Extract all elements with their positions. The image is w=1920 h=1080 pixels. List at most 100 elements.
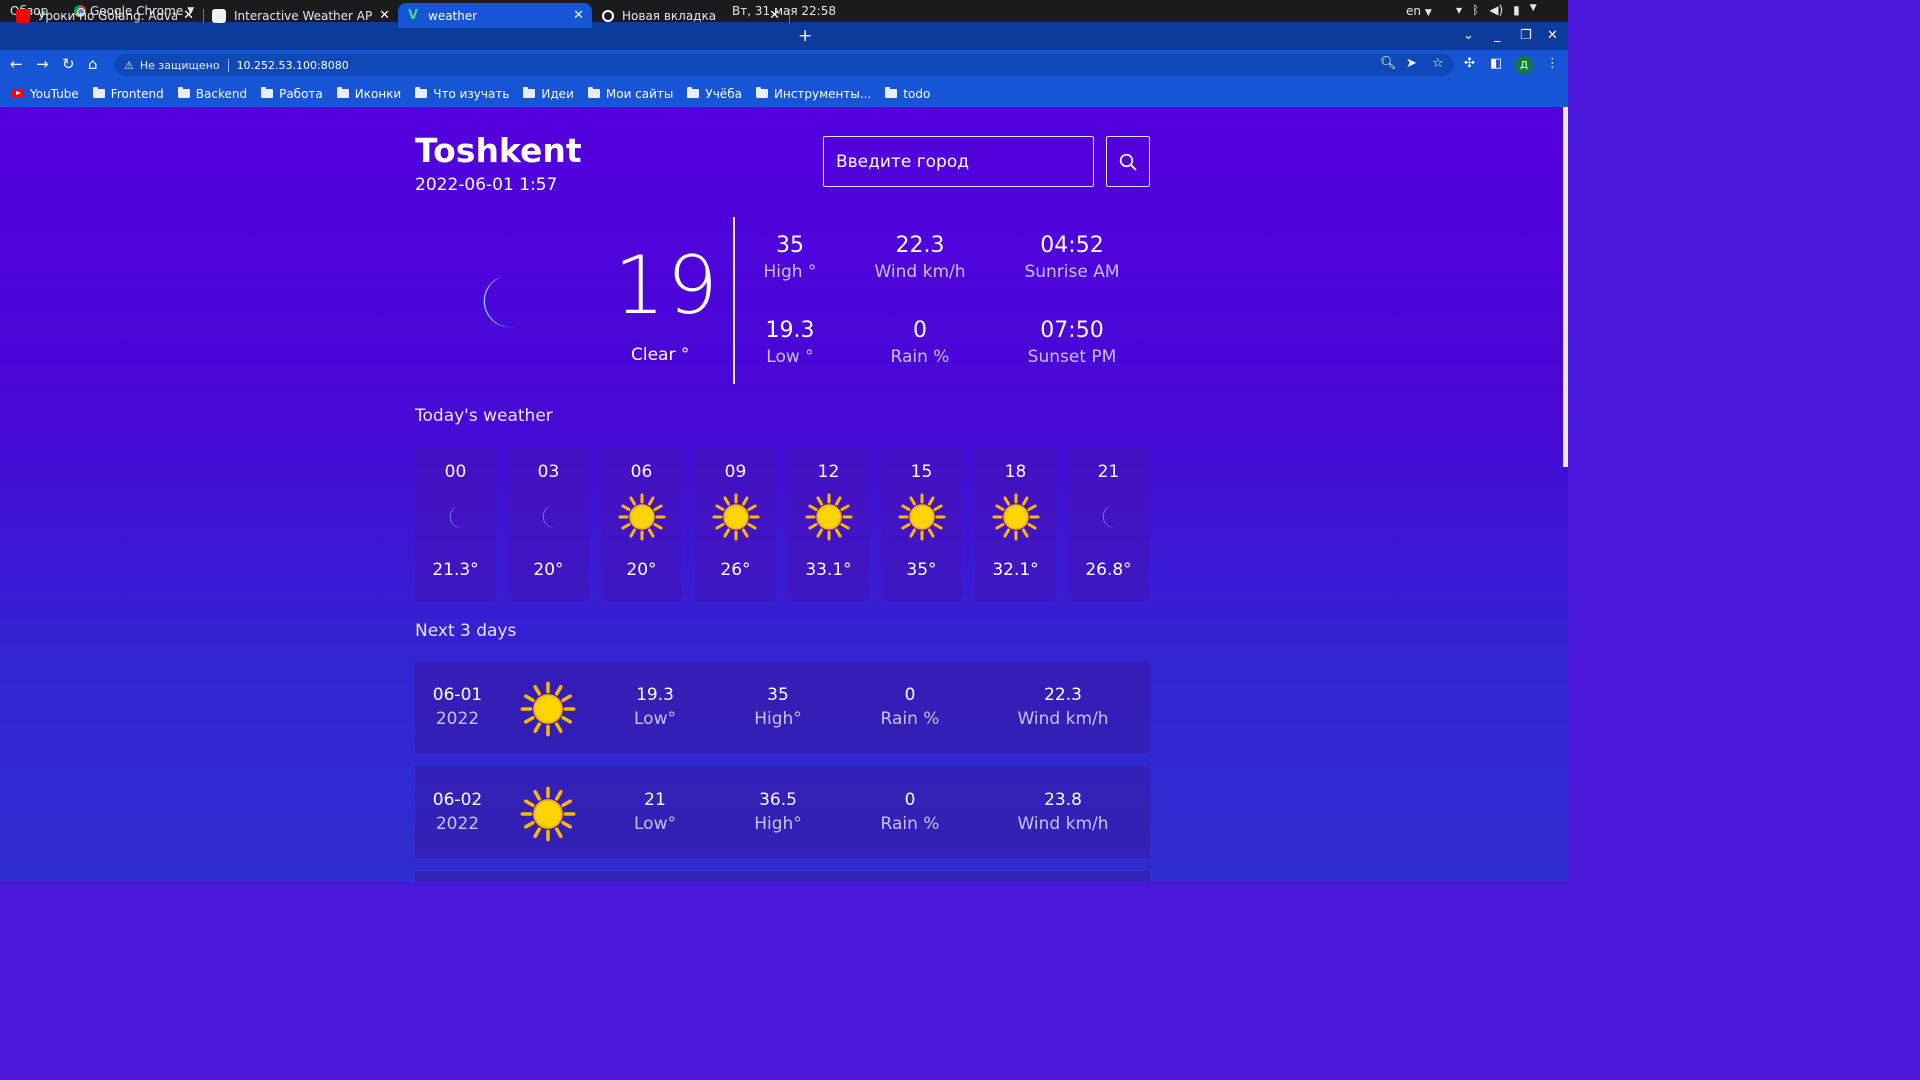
folder-icon [523, 87, 536, 98]
day-year: 2022 [435, 814, 480, 834]
bookmark-label: Инструменты... [773, 86, 872, 101]
sun-icon [618, 493, 665, 541]
hour-card: 21 26.8° [1068, 447, 1149, 601]
close-window-button[interactable]: ✕ [1547, 28, 1558, 43]
address-bar[interactable]: ⚠ Не защищено 10.252.53.100:8080 [114, 54, 1454, 76]
send-icon[interactable]: ➤ [1406, 56, 1417, 71]
day-value: 23.8 [1044, 790, 1082, 810]
bookmark-folder[interactable]: Что изучать [415, 87, 509, 101]
tab-new[interactable]: Новая вкладка ✕ [594, 3, 788, 28]
minimize-button[interactable]: _ [1494, 28, 1501, 43]
url-text[interactable]: 10.252.53.100:8080 [237, 59, 349, 72]
hour-card: 03 20° [508, 447, 589, 601]
day-value: 36.5 [759, 790, 797, 810]
day-label: Low° [634, 814, 676, 834]
bookmark-label: Работа [279, 86, 323, 101]
stat-low: 19.3 Low ° [715, 318, 865, 367]
sun-icon [805, 493, 852, 541]
hour-temp: 26.8° [1085, 560, 1132, 580]
extensions-icon[interactable]: ✣ [1464, 56, 1475, 71]
bookmark-folder[interactable]: Инструменты... [755, 86, 872, 101]
bookmark-label: Идеи [541, 86, 574, 101]
close-icon[interactable]: ✕ [183, 8, 194, 23]
tab-weather-api[interactable]: Interactive Weather API E ✕ [204, 3, 398, 28]
close-icon[interactable]: ✕ [379, 8, 390, 23]
divider [227, 58, 229, 72]
bookmark-label: Frontend [110, 86, 164, 101]
system-tray[interactable]: ▾ ᛒ ◀) ▮ ▼ [1456, 3, 1537, 17]
sun-icon [520, 786, 576, 842]
day-date: 06-01 2022 [415, 685, 500, 729]
bookmark-folder[interactable]: Учёба [687, 87, 742, 101]
forward-button[interactable]: → [36, 55, 49, 73]
hour-temp: 21.3° [432, 560, 479, 580]
day-high: 36.5 High° [708, 790, 848, 834]
today-title: Today's weather [415, 406, 553, 426]
day-value: 0 [904, 685, 916, 705]
hour-temp: 26° [720, 560, 751, 580]
tab-weather[interactable]: V weather ✕ [398, 3, 592, 28]
folder-icon [587, 87, 600, 98]
restore-button[interactable]: ❐ [1520, 28, 1532, 43]
menu-icon[interactable]: ⋮ [1546, 56, 1559, 71]
bookmark-label: Backend [195, 86, 248, 101]
bookmark-youtube[interactable]: YouTube [12, 87, 79, 101]
home-button[interactable]: ⌂ [88, 55, 98, 73]
bookmark-folder[interactable]: Backend [177, 86, 248, 101]
day-label: Rain % [880, 709, 940, 729]
stat-sunset: 07:50 Sunset PM [997, 318, 1147, 367]
bookmark-label: todo [903, 86, 931, 101]
day-label: High° [754, 814, 802, 834]
day-value: 21 [644, 790, 666, 810]
day-value: 22.3 [1044, 685, 1082, 705]
hour-card: 12 33.1° [788, 447, 869, 601]
hour-temp: 33.1° [805, 560, 852, 580]
language-label: en [1406, 4, 1421, 18]
hour-card: 18 32.1° [975, 447, 1056, 601]
current-datetime: 2022-06-01 1:57 [415, 175, 558, 195]
day-low: 19.3 Low° [585, 685, 725, 729]
security-label[interactable]: Не защищено [140, 59, 220, 72]
battery-icon: ▮ [1513, 3, 1520, 17]
bookmark-folder[interactable]: Frontend [92, 86, 164, 101]
tab-golang[interactable]: Уроки по Golang. Advanc ✕ [8, 3, 202, 28]
chevron-down-icon: ▼ [1424, 8, 1432, 18]
day-rain: 0 Rain % [840, 790, 980, 834]
tab-title: Interactive Weather API E [234, 8, 374, 23]
day-label: Low° [634, 709, 676, 729]
day-label: High° [754, 709, 802, 729]
tab-search-button[interactable]: ⌄ [1463, 28, 1474, 43]
side-panel-icon[interactable]: ◧ [1490, 56, 1502, 71]
close-icon[interactable]: ✕ [769, 8, 780, 23]
bookmark-folder[interactable]: todo [885, 87, 930, 101]
bookmark-folder[interactable]: Работа [261, 87, 323, 101]
volume-icon: ◀) [1489, 3, 1504, 17]
back-button[interactable]: ← [10, 55, 23, 73]
stat-high: 35 High ° [715, 233, 865, 282]
bookmark-label: Иконки [354, 86, 402, 101]
close-icon[interactable]: ✕ [573, 8, 584, 23]
avatar[interactable]: Д [1515, 56, 1533, 74]
folder-icon [261, 87, 274, 98]
bookmark-folder[interactable]: Иконки [336, 86, 402, 101]
search-button[interactable] [1106, 136, 1150, 187]
hour-card: 00 21.3° [415, 447, 496, 601]
page-icon [212, 8, 226, 23]
bookmark-folder[interactable]: Идеи [523, 86, 574, 101]
city-search-input[interactable] [823, 136, 1094, 187]
hour-label: 18 [1004, 462, 1027, 482]
bookmark-folder[interactable]: Мои сайты [587, 86, 674, 101]
language-indicator[interactable]: en ▼ [1406, 4, 1432, 18]
scrollbar[interactable] [1563, 107, 1568, 467]
bookmark-star-icon[interactable]: ☆ [1432, 56, 1444, 71]
bookmark-label: Мои сайты [605, 86, 674, 101]
new-tab-button[interactable]: + [798, 26, 812, 46]
day-card [415, 871, 1150, 882]
reload-button[interactable]: ↻ [62, 55, 75, 73]
next-days-title: Next 3 days [415, 621, 517, 641]
day-label: Rain % [880, 814, 940, 834]
bookmark-label: Что изучать [433, 86, 510, 101]
hour-temp: 20° [533, 560, 564, 580]
tab-separator [789, 9, 790, 23]
zoom-icon[interactable]: 🔍︎ [1380, 56, 1397, 71]
